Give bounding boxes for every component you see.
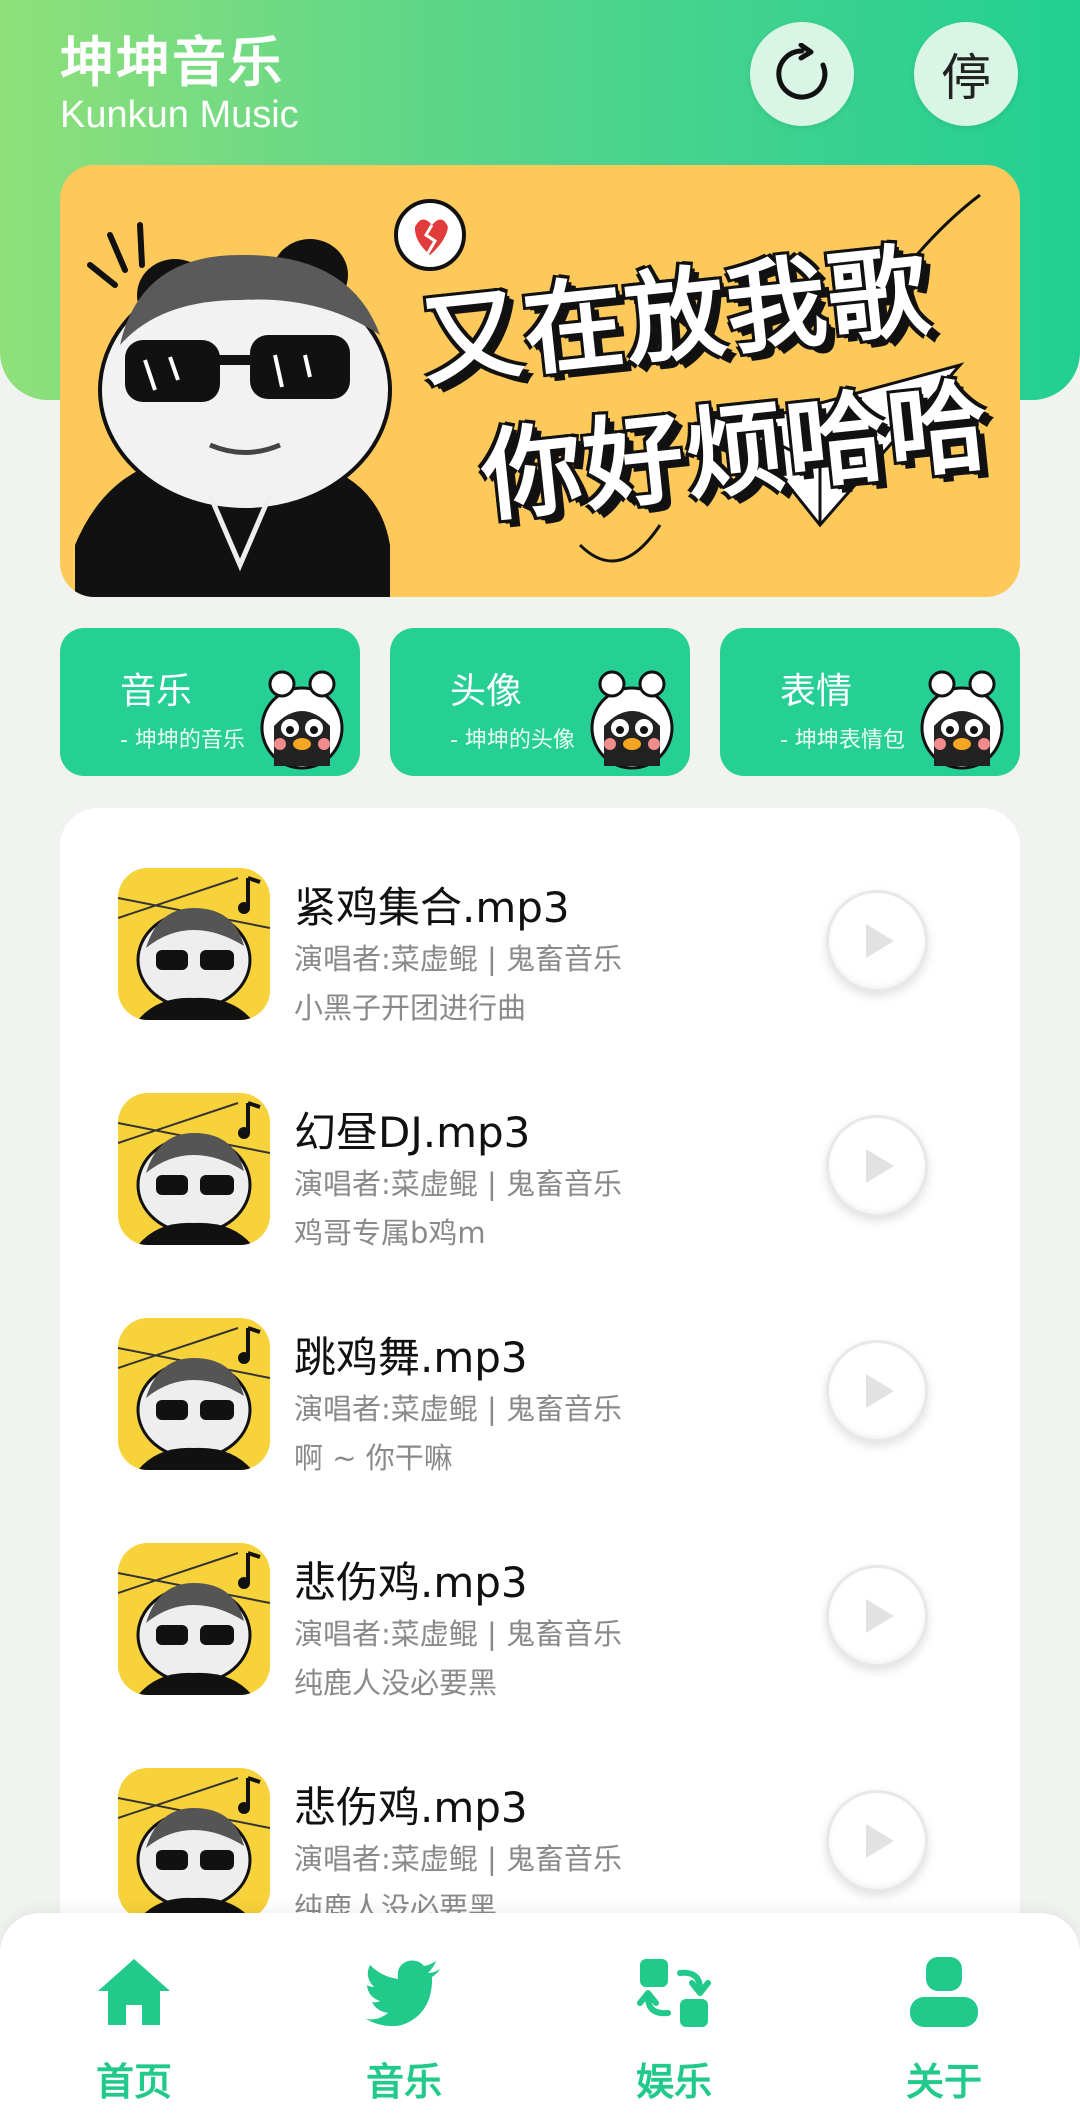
category-card-music[interactable]: 音乐 - 坤坤的音乐 bbox=[60, 628, 360, 776]
category-subtitle: - 坤坤的音乐 bbox=[120, 728, 245, 753]
stop-label: 停 bbox=[941, 49, 991, 107]
stop-button[interactable]: 停 bbox=[914, 22, 1018, 126]
refresh-button[interactable] bbox=[750, 22, 854, 126]
song-title: 跳鸡舞.mp3 bbox=[294, 1333, 528, 1382]
song-artist: 演唱者:菜虚鲲 | 鬼畜音乐 bbox=[294, 1392, 622, 1426]
song-cover-image bbox=[118, 1768, 270, 1920]
song-list-item[interactable]: 紧鸡集合.mp3 演唱者:菜虚鲲 | 鬼畜音乐 小黑子开团进行曲 bbox=[60, 868, 1020, 1068]
song-cover-image bbox=[118, 868, 270, 1020]
play-button[interactable] bbox=[826, 1790, 928, 1892]
category-title: 音乐 bbox=[120, 671, 193, 712]
song-artist: 演唱者:菜虚鲲 | 鬼畜音乐 bbox=[294, 942, 622, 976]
song-artist: 演唱者:菜虚鲲 | 鬼畜音乐 bbox=[294, 1167, 622, 1201]
song-cover-image bbox=[118, 1093, 270, 1245]
home-icon bbox=[98, 1959, 170, 2025]
song-artist: 演唱者:菜虚鲲 | 鬼畜音乐 bbox=[294, 1842, 622, 1876]
song-list-item[interactable]: 幻昼DJ.mp3 演唱者:菜虚鲲 | 鬼畜音乐 鸡哥专属b鸡m bbox=[60, 1093, 1020, 1293]
tab-label: 首页 bbox=[95, 2060, 172, 2104]
song-cover-image bbox=[118, 1543, 270, 1695]
song-title: 幻昼DJ.mp3 bbox=[294, 1108, 531, 1157]
song-title: 紧鸡集合.mp3 bbox=[294, 883, 570, 932]
song-description: 啊 ~ 你干嘛 bbox=[294, 1441, 453, 1475]
refresh-icon bbox=[776, 43, 828, 100]
play-icon bbox=[866, 1599, 894, 1633]
tab-about[interactable]: 关于 bbox=[854, 1953, 1034, 2113]
play-button[interactable] bbox=[826, 1115, 928, 1217]
apps-swap-icon bbox=[637, 1959, 711, 2027]
play-icon bbox=[866, 1374, 894, 1408]
song-title: 悲伤鸡.mp3 bbox=[294, 1783, 528, 1832]
play-icon bbox=[866, 1824, 894, 1858]
song-description: 小黑子开团进行曲 bbox=[294, 991, 527, 1025]
song-list-item[interactable]: 悲伤鸡.mp3 演唱者:菜虚鲲 | 鬼畜音乐 纯鹿人没必要黑 bbox=[60, 1543, 1020, 1743]
play-button[interactable] bbox=[826, 1565, 928, 1667]
chicken-mascot-icon bbox=[590, 670, 674, 770]
song-description: 纯鹿人没必要黑 bbox=[294, 1666, 498, 1700]
chicken-mascot-icon bbox=[260, 670, 344, 770]
app-subtitle: Kunkun Music bbox=[60, 94, 299, 136]
tab-label: 娱乐 bbox=[635, 2060, 712, 2104]
category-subtitle: - 坤坤表情包 bbox=[780, 728, 905, 753]
song-cover-image bbox=[118, 1318, 270, 1470]
app-title: 坤坤音乐 bbox=[60, 31, 284, 94]
tab-music[interactable]: 音乐 bbox=[314, 1953, 494, 2113]
category-subtitle: - 坤坤的头像 bbox=[450, 728, 575, 753]
play-button[interactable] bbox=[826, 890, 928, 992]
play-icon bbox=[866, 1149, 894, 1183]
tab-label: 关于 bbox=[905, 2060, 982, 2104]
song-title: 悲伤鸡.mp3 bbox=[294, 1558, 528, 1607]
play-icon bbox=[866, 924, 894, 958]
play-button[interactable] bbox=[826, 1340, 928, 1442]
tab-entertainment[interactable]: 娱乐 bbox=[584, 1953, 764, 2113]
user-icon bbox=[910, 1957, 978, 2027]
chicken-mascot-icon bbox=[920, 670, 1004, 770]
bottom-tab-bar: 首页 音乐 娱乐 关于 bbox=[0, 1913, 1080, 2128]
category-title: 头像 bbox=[450, 671, 523, 712]
song-description: 鸡哥专属b鸡m bbox=[294, 1216, 486, 1250]
promo-banner[interactable]: 又在放我歌 你好烦哈哈 bbox=[60, 165, 1020, 597]
song-artist: 演唱者:菜虚鲲 | 鬼畜音乐 bbox=[294, 1617, 622, 1651]
category-card-sticker[interactable]: 表情 - 坤坤表情包 bbox=[720, 628, 1020, 776]
bird-icon bbox=[366, 1960, 440, 2027]
category-title: 表情 bbox=[780, 671, 853, 712]
tab-label: 音乐 bbox=[365, 2060, 442, 2104]
song-list-item[interactable]: 跳鸡舞.mp3 演唱者:菜虚鲲 | 鬼畜音乐 啊 ~ 你干嘛 bbox=[60, 1318, 1020, 1518]
category-card-avatar[interactable]: 头像 - 坤坤的头像 bbox=[390, 628, 690, 776]
tab-home[interactable]: 首页 bbox=[44, 1953, 224, 2113]
